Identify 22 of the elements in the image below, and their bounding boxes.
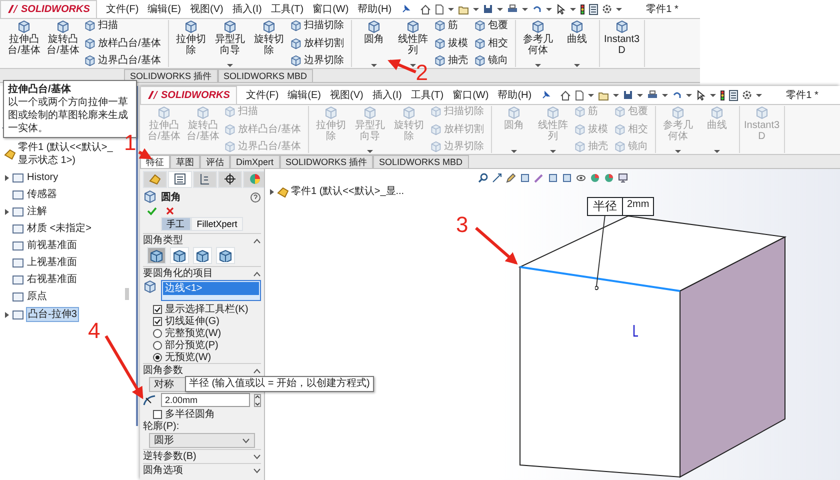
document-title: 零件1 * <box>786 90 818 100</box>
option-label: 无预览(W) <box>165 350 212 364</box>
callout-label: 半径 <box>588 198 623 215</box>
option-label: 完整预览(W) <box>165 326 222 340</box>
annotation-number: 3 <box>456 214 468 236</box>
tooltip: 半径 (输入值或以 = 开始，以创建方程式) <box>185 376 374 392</box>
document-title: 零件1 * <box>646 4 678 14</box>
callout-value: 2mm <box>626 198 650 212</box>
option-label: 多半径圆角 <box>165 408 215 421</box>
annotation-number: 1 <box>124 132 136 154</box>
annotation-number: 4 <box>88 320 100 342</box>
option-label: 显示选择工具栏(K) <box>165 302 248 316</box>
dropdown-value: 圆形 <box>154 434 174 448</box>
option-label: 部分预览(P) <box>165 338 218 352</box>
annotation-number: 2 <box>416 62 428 84</box>
panel-title: 圆角 <box>161 190 182 204</box>
logo-text: SOLIDWORKS <box>21 2 90 16</box>
logo-text: SOLIDWORKS <box>161 88 230 102</box>
field-label: 轮廓(P): <box>143 420 180 434</box>
tooltip-text: 以一个或两个方向拉伸一草图或绘制的草图轮廓来生成一实体。 <box>8 96 129 134</box>
option-label: 切线延伸(G) <box>165 314 220 328</box>
tooltip-title: 拉伸凸台/基体 <box>8 83 72 96</box>
